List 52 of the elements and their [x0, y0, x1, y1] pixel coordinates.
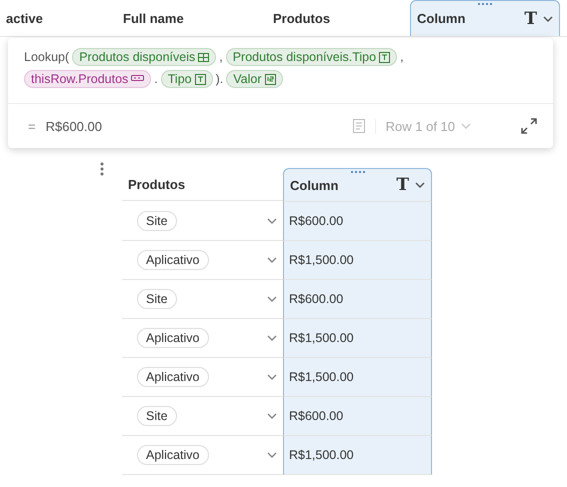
table-cell: R$1,500.00	[283, 319, 432, 358]
expand-icon[interactable]	[521, 118, 537, 134]
document-icon[interactable]	[352, 119, 365, 133]
formula-text: ).	[216, 72, 224, 86]
select-tag: Site	[137, 289, 177, 309]
table-icon	[198, 52, 210, 62]
chevron-down-icon[interactable]	[267, 374, 277, 380]
select-tag: Aplicativo	[137, 250, 208, 270]
text-type-icon[interactable]: T	[524, 8, 537, 28]
formula-text: .	[154, 72, 158, 86]
drag-handle[interactable]	[478, 3, 492, 7]
table-cell: R$600.00	[283, 397, 432, 436]
select-tag: Site	[137, 211, 177, 231]
select-tag: Aplicativo	[137, 328, 208, 348]
select-tag: Aplicativo	[137, 445, 208, 465]
chevron-down-icon[interactable]	[267, 413, 277, 419]
column-header[interactable]: Produtos	[267, 0, 410, 36]
select-list-icon	[131, 75, 144, 83]
table-cell: R$1,500.00	[283, 358, 432, 397]
text-column-icon	[194, 74, 206, 84]
column-header[interactable]: active	[0, 0, 117, 36]
formula-reference-chip[interactable]: thisRow.Produtos	[24, 70, 152, 88]
selected-column-header[interactable]: Column T	[283, 168, 432, 202]
text-type-icon[interactable]: T	[396, 175, 409, 195]
formula-text: Lookup(	[24, 50, 70, 64]
formula-result: R$600.00	[46, 118, 103, 134]
drag-handle[interactable]	[350, 171, 364, 175]
formula-reference-chip[interactable]: Tipo	[160, 70, 213, 88]
number-column-icon	[264, 74, 276, 84]
text-column-icon	[379, 52, 390, 62]
selected-column-header[interactable]: Column T	[410, 0, 560, 36]
equals-sign: =	[28, 118, 36, 134]
formula-reference-chip[interactable]: Valor	[226, 70, 283, 88]
column-header[interactable]: Full name	[117, 0, 267, 36]
table-cell: R$1,500.00	[283, 241, 432, 280]
table-cell: R$600.00	[283, 280, 432, 319]
chevron-down-icon[interactable]	[267, 452, 277, 458]
table-cell: R$1,500.00	[283, 436, 432, 475]
chevron-down-icon[interactable]	[267, 257, 277, 263]
select-tag: Aplicativo	[137, 367, 208, 387]
chevron-down-icon[interactable]	[267, 335, 277, 341]
chevron-down-icon[interactable]	[543, 16, 553, 22]
formula-text: ,	[400, 50, 404, 64]
more-options-icon[interactable]	[100, 162, 104, 176]
formula-text: ,	[219, 50, 223, 64]
chevron-down-icon[interactable]	[267, 218, 277, 224]
formula-reference-chip[interactable]: Produtos disponíveis	[72, 48, 216, 66]
select-tag: Site	[137, 406, 177, 426]
table-cell: R$600.00	[283, 202, 432, 241]
chevron-down-icon[interactable]	[415, 182, 425, 188]
formula-reference-chip[interactable]: Produtos disponíveis.Tipo	[226, 48, 398, 66]
chevron-down-icon[interactable]	[267, 296, 277, 302]
